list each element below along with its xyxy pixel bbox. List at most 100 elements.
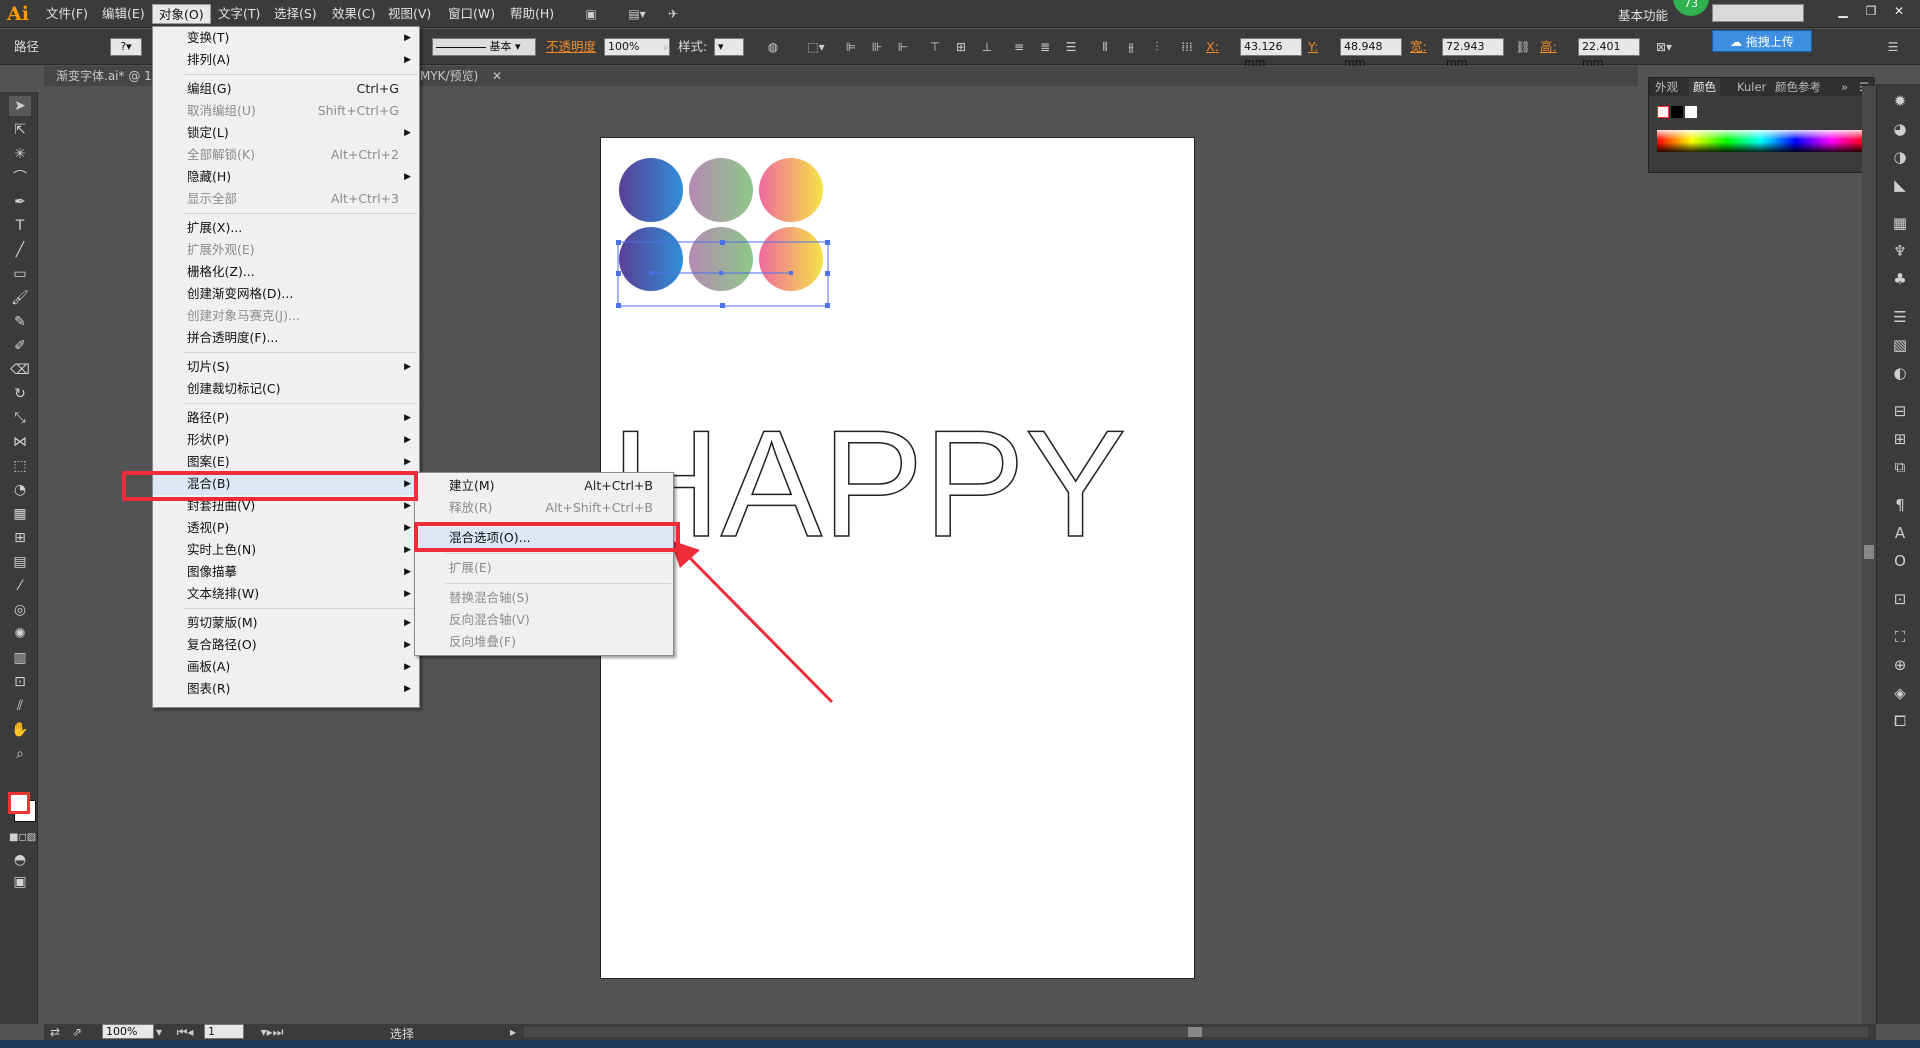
style-swatch[interactable]: ▾ — [714, 38, 744, 56]
panel-tab-color[interactable]: 颜色 — [1689, 78, 1720, 96]
next-artboard-icon[interactable]: ▾▸⏭ — [250, 1023, 294, 1041]
white-swatch[interactable] — [1685, 106, 1697, 118]
transparency-icon[interactable]: ◐ — [1889, 362, 1911, 384]
width-label[interactable]: 宽: — [1410, 37, 1427, 57]
color-guide-icon[interactable]: ◕ — [1889, 118, 1911, 140]
menu-item-create-object-mosaic[interactable]: 创建对象马赛克(J)... — [153, 305, 419, 327]
align-left-icon[interactable]: ⊫ — [842, 38, 860, 56]
opentype-icon[interactable]: O — [1889, 550, 1911, 572]
column-graph-tool-icon[interactable]: ▥ — [9, 648, 31, 668]
stroke-style-select[interactable]: 基本 ▾ — [432, 38, 536, 56]
menu-item-shape[interactable]: 形状(P) ▶ — [153, 429, 419, 451]
menu-item-image-trace[interactable]: 图像描摹 ▶ — [153, 561, 419, 583]
restore-button[interactable]: ❐ — [1858, 2, 1884, 20]
menu-item-expand-appearance[interactable]: 扩展外观(E) — [153, 239, 419, 261]
menu-item-text-wrap[interactable]: 文本绕排(W) ▶ — [153, 583, 419, 605]
artboards-icon[interactable]: ⛶ — [1889, 626, 1911, 648]
x-label[interactable]: X: — [1206, 37, 1219, 57]
menu-item-flatten-transparency[interactable]: 拼合透明度(F)... — [153, 327, 419, 349]
arrange-documents-icon[interactable]: ▤▾ — [622, 5, 652, 23]
distribute-bottom-icon[interactable]: ☰ — [1062, 38, 1080, 56]
height-field[interactable]: 22.401 mm — [1578, 38, 1640, 69]
menu-type[interactable]: 文字(T) — [212, 4, 266, 24]
menu-item-show-all[interactable]: 显示全部 Alt+Ctrl+3 — [153, 188, 419, 210]
lasso-tool-icon[interactable]: ⌒ — [9, 168, 31, 188]
x-field[interactable]: 43.126 mm — [1240, 38, 1302, 69]
rotate-view-icon[interactable]: ⇄ — [46, 1023, 64, 1041]
symbol-sprayer-tool-icon[interactable]: ✺ — [9, 624, 31, 644]
stroke-color-swatch[interactable] — [8, 792, 30, 814]
transform-reference-icon[interactable]: ⁞⁞⁞ — [1178, 38, 1196, 56]
align-center-icon[interactable]: ⊪ — [868, 38, 886, 56]
gpu-performance-icon[interactable]: ✈ — [664, 5, 682, 23]
opacity-label[interactable]: 不透明度 — [546, 37, 596, 57]
blend-make[interactable]: 建立(M) Alt+Ctrl+B — [415, 475, 673, 497]
menu-item-pattern[interactable]: 图案(E) ▶ — [153, 451, 419, 473]
pathfinder-icon[interactable]: ⧉ — [1889, 456, 1911, 478]
gradient-icon[interactable]: ▧ — [1889, 334, 1911, 356]
blend-release[interactable]: 释放(R) Alt+Shift+Ctrl+B — [415, 497, 673, 519]
zoom-dropdown-icon[interactable]: ▾ — [150, 1023, 168, 1041]
align-to-icon[interactable]: ⬚▾ — [804, 38, 828, 56]
transform-options-icon[interactable]: ⊠▾ — [1650, 38, 1678, 56]
chevron-right-icon[interactable]: ▸ — [658, 38, 676, 56]
menu-item-ungroup[interactable]: 取消编组(U) Shift+Ctrl+G — [153, 100, 419, 122]
scale-tool-icon[interactable]: ⤡ — [9, 408, 31, 428]
fill-swatch[interactable]: ?▾ — [110, 38, 142, 56]
line-tool-icon[interactable]: ╱ — [9, 240, 31, 260]
pencil-tool-icon[interactable]: ✎ — [9, 312, 31, 332]
menu-item-create-gradient-mesh[interactable]: 创建渐变网格(D)... — [153, 283, 419, 305]
align-middle-icon[interactable]: ⊞ — [952, 38, 970, 56]
screen-mode-icon[interactable]: ▣ — [9, 872, 31, 892]
menu-item-artboards[interactable]: 画板(A) ▶ — [153, 656, 419, 678]
color-spectrum[interactable] — [1657, 130, 1865, 152]
control-bar-menu-icon[interactable]: ☰ — [1884, 38, 1902, 56]
gradient-tool-icon[interactable]: ▤ — [9, 552, 31, 572]
align-top-icon[interactable]: ⊤ — [926, 38, 944, 56]
transform-panel-icon[interactable]: ⊞ — [1889, 428, 1911, 450]
color-mode-icon[interactable]: ■◻▨ — [9, 828, 36, 848]
panel-tab-appearance[interactable]: 外观 — [1651, 78, 1682, 96]
document-info-icon[interactable]: ⊡ — [1889, 588, 1911, 610]
width-field[interactable]: 72.943 mm — [1442, 38, 1504, 69]
asset-export-icon[interactable]: ⧠ — [1889, 710, 1911, 732]
menu-help[interactable]: 帮助(H) — [504, 4, 560, 24]
menu-item-graph[interactable]: 图表(R) ▶ — [153, 678, 419, 700]
menu-item-group[interactable]: 编组(G) Ctrl+G — [153, 78, 419, 100]
character-icon[interactable]: A — [1889, 522, 1911, 544]
menu-item-clipping-mask[interactable]: 剪切蒙版(M) ▶ — [153, 612, 419, 634]
menu-item-create-trim-marks[interactable]: 创建裁切标记(C) — [153, 378, 419, 400]
stroke-icon[interactable]: ☰ — [1889, 306, 1911, 328]
distribute-center-icon[interactable]: ⫵ — [1122, 38, 1140, 56]
panel-collapse-icon[interactable]: » — [1837, 78, 1852, 96]
align-panel-icon[interactable]: ⊟ — [1889, 400, 1911, 422]
menu-object[interactable]: 对象(O) — [152, 4, 211, 24]
menu-item-perspective[interactable]: 透视(P) ▶ — [153, 517, 419, 539]
distribute-top-icon[interactable]: ≡ — [1010, 38, 1028, 56]
perspective-grid-tool-icon[interactable]: ▦ — [9, 504, 31, 524]
menu-select[interactable]: 选择(S) — [268, 4, 323, 24]
menu-view[interactable]: 视图(V) — [382, 4, 437, 24]
constrain-proportions-icon[interactable]: ⛓ — [1514, 38, 1532, 56]
rectangle-tool-icon[interactable]: ▭ — [9, 264, 31, 284]
rotate-tool-icon[interactable]: ↻ — [9, 384, 31, 404]
blend-expand[interactable]: 扩展(E) — [415, 557, 673, 579]
pen-tool-icon[interactable]: ✒ — [9, 192, 31, 212]
minimize-button[interactable]: ▁ — [1830, 2, 1856, 20]
graphic-styles-icon[interactable]: ♣ — [1889, 268, 1911, 290]
menu-item-expand[interactable]: 扩展(X)... — [153, 217, 419, 239]
layers-icon[interactable]: ◈ — [1889, 682, 1911, 704]
slice-tool-icon[interactable]: ⫽ — [9, 696, 31, 716]
menu-item-compound-path[interactable]: 复合路径(O) ▶ — [153, 634, 419, 656]
status-menu-icon[interactable]: ▸ — [504, 1023, 522, 1041]
first-artboard-icon[interactable]: ⏮◂ — [170, 1023, 200, 1041]
paintbrush-tool-icon[interactable]: 🖌 — [9, 288, 31, 308]
drawing-mode-icon[interactable]: ◓ — [9, 850, 31, 870]
links-icon[interactable]: ⊕ — [1889, 654, 1911, 676]
menu-item-slice[interactable]: 切片(S) ▶ — [153, 356, 419, 378]
eraser-tool-icon[interactable]: ⌫ — [9, 360, 31, 380]
distribute-middle-icon[interactable]: ≣ — [1036, 38, 1054, 56]
blend-tool-icon[interactable]: ◎ — [9, 600, 31, 620]
symbols-icon[interactable]: ♆ — [1889, 240, 1911, 262]
kuler-icon[interactable]: ◑ — [1889, 146, 1911, 168]
